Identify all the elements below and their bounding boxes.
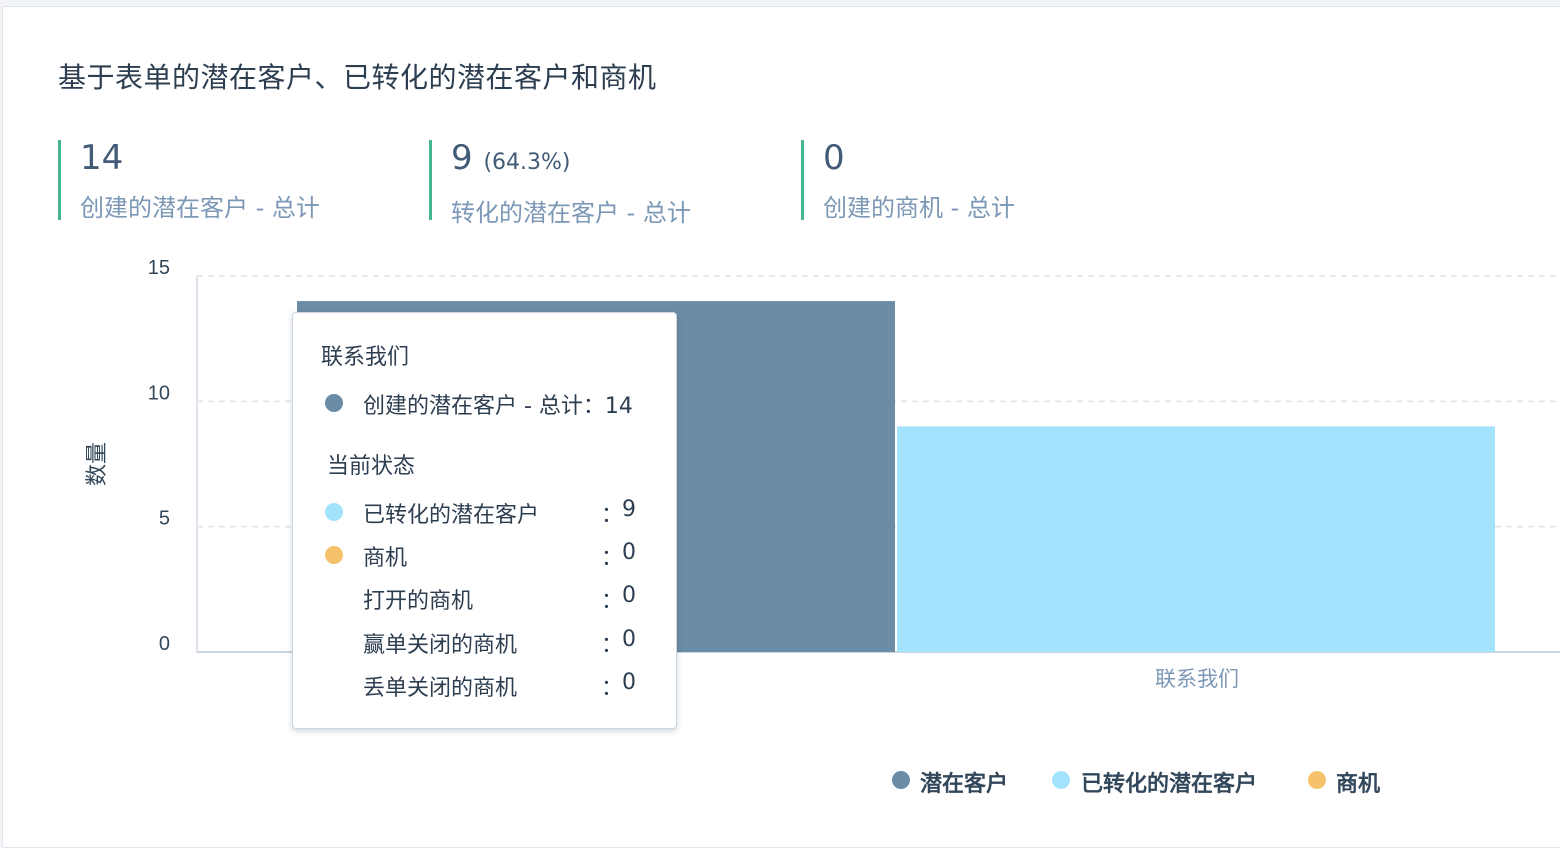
tooltip-row-label: 商机 (363, 546, 408, 571)
y-tick-label: 15 (148, 257, 170, 279)
y-tick-label: 10 (148, 382, 170, 404)
tooltip-row-label: 丢单关闭的商机 (363, 676, 518, 701)
tooltip-section-title: 当前状态 (327, 454, 416, 479)
legend-converted-dot (1052, 771, 1070, 789)
x-category-label: 联系我们 (1155, 667, 1239, 691)
tooltip-row-value: 9 (622, 497, 636, 522)
y-tick-label: 0 (159, 633, 170, 655)
legend-item-leads[interactable]: 潜在客户 (920, 766, 1008, 798)
legend-item-deals[interactable]: 商机 (1336, 766, 1380, 798)
tooltip-deals-dot (325, 546, 343, 564)
tooltip-title: 联系我们 (321, 345, 410, 370)
y-tick-label: 5 (159, 508, 170, 530)
tooltip-leads-dot (325, 394, 343, 412)
tooltip-row-value: 0 (622, 583, 636, 608)
tooltip-row-label: 打开的商机 (363, 589, 474, 614)
tooltip-converted-dot (325, 503, 343, 521)
legend-leads-dot (892, 771, 910, 789)
tooltip-row-sep: ： (601, 589, 624, 614)
tooltip-row-label: 已转化的潜在客户 (363, 503, 540, 528)
tooltip-total: 创建的潜在客户 - 总计：14 (363, 394, 633, 419)
tooltip-row-value: 0 (622, 540, 636, 565)
bar-chart: 051015数量联系我们 (85, 257, 1560, 691)
legend-item-converted[interactable]: 已转化的潜在客户 (1081, 766, 1257, 798)
legend-deals-dot (1308, 771, 1326, 789)
bar-converted (897, 426, 1495, 652)
tooltip-row-sep: ： (601, 503, 624, 528)
tooltip-row-value: 0 (622, 627, 636, 652)
chart-tooltip: 联系我们 创建的潜在客户 - 总计：14 当前状态 已转化的潜在客户 ： 9 商… (292, 312, 677, 729)
tooltip-row-sep: ： (601, 633, 624, 658)
tooltip-row-value: 0 (622, 670, 636, 695)
tooltip-row-sep: ： (601, 676, 624, 701)
tooltip-row-sep: ： (601, 546, 624, 571)
tooltip-row-label: 赢单关闭的商机 (363, 633, 518, 658)
y-axis-title: 数量 (85, 442, 110, 486)
